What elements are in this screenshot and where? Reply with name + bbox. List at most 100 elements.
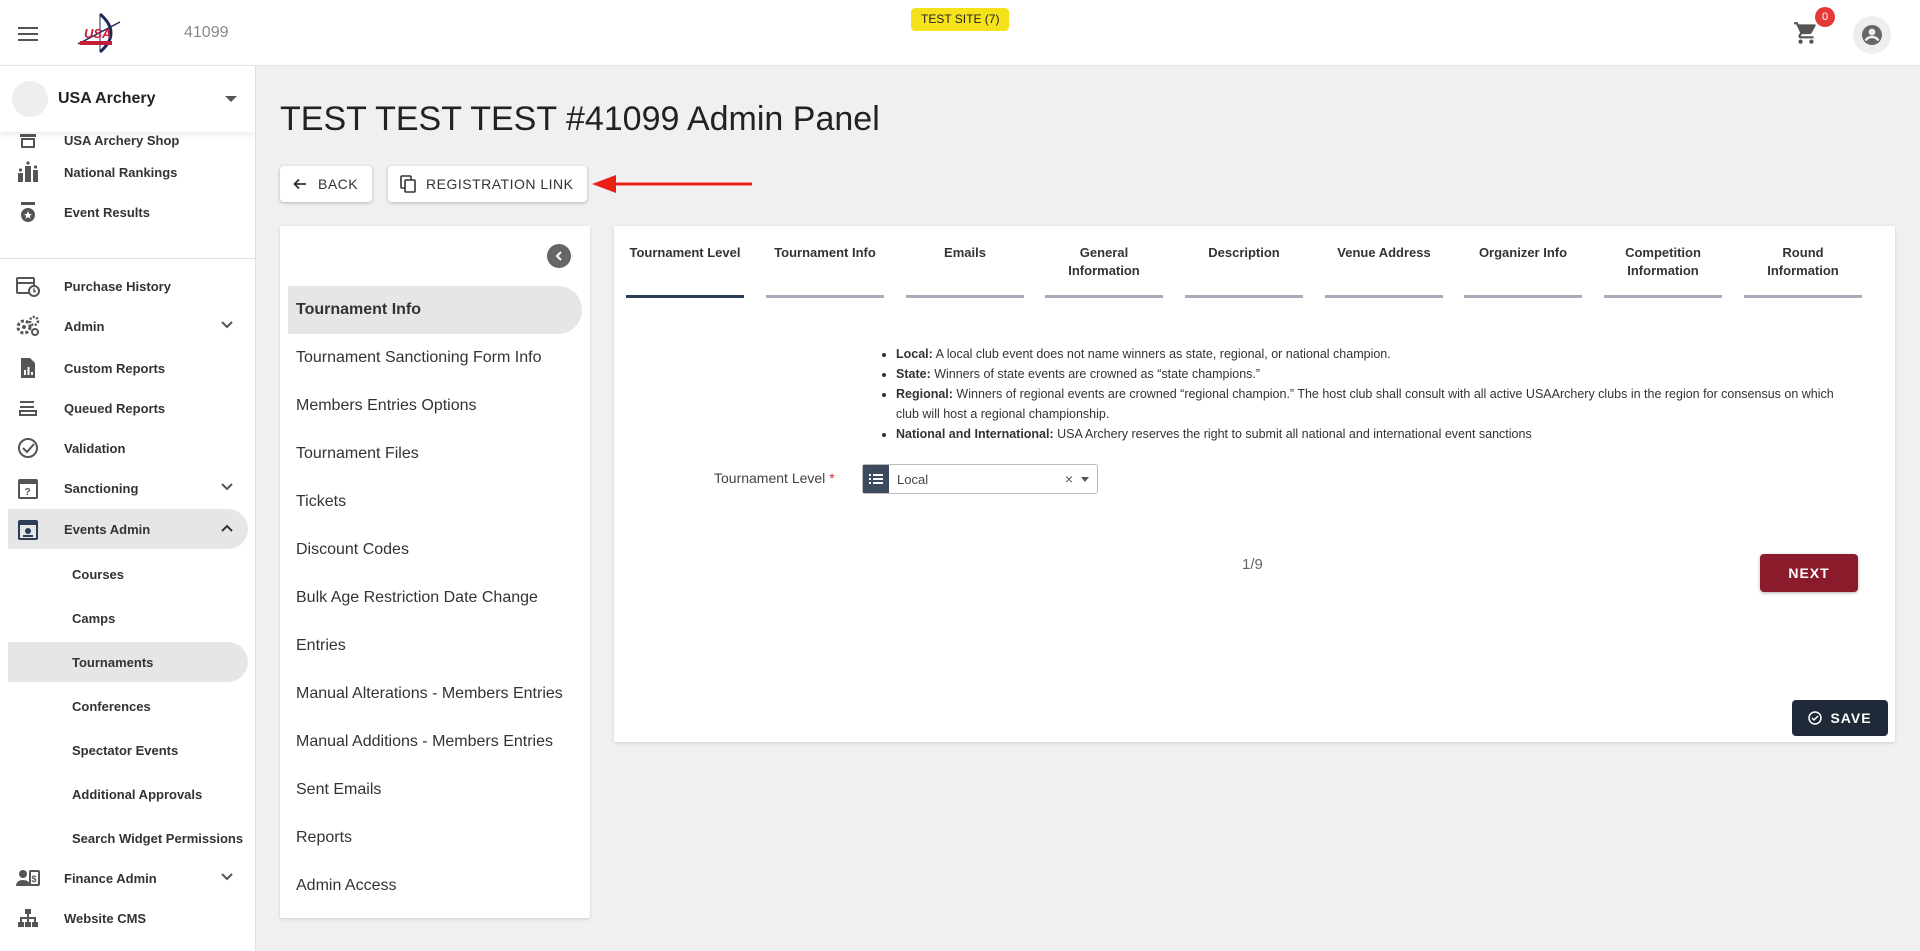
tab-indicator [766, 295, 884, 298]
tab-emails[interactable]: Emails [906, 244, 1024, 298]
sidebar-item-validation[interactable]: Validation [8, 428, 248, 468]
menu-members-entries-options[interactable]: Members Entries Options [288, 382, 582, 430]
page-title: TEST TEST TEST #41099 Admin Panel [280, 100, 880, 138]
cart-count-badge: 0 [1815, 7, 1835, 27]
list-item: National and International: USA Archery … [896, 424, 1836, 444]
tab-label: Emails [944, 245, 986, 260]
tab-organizer-info[interactable]: Organizer Info [1464, 244, 1582, 298]
menu-manual-additions[interactable]: Manual Additions - Members Entries [288, 718, 582, 766]
finance-icon: $ [16, 866, 40, 890]
menu-sanctioning-form-info[interactable]: Tournament Sanctioning Form Info [288, 334, 582, 382]
tab-competition-information[interactable]: Competition Information [1604, 244, 1722, 298]
save-label: SAVE [1830, 710, 1872, 726]
sidebar-sub-spectator-events[interactable]: Spectator Events [8, 730, 248, 770]
menu-discount-codes[interactable]: Discount Codes [288, 526, 582, 574]
sidebar-item-purchase-history[interactable]: Purchase History [8, 266, 248, 306]
sidebar-sub-search-widget-permissions[interactable]: Search Widget Permissions [8, 818, 248, 858]
tab-indicator [626, 295, 744, 298]
term: State: [896, 367, 931, 381]
account-icon[interactable] [1853, 16, 1891, 54]
tab-indicator [1604, 295, 1722, 298]
tab-label: Round [1782, 245, 1824, 260]
tab-tournament-info[interactable]: Tournament Info [766, 244, 884, 298]
tab-label: Competition [1625, 245, 1701, 260]
red-arrow-annotation [592, 172, 754, 201]
sidebar-item-label: Queued Reports [64, 400, 166, 416]
sidebar-sub-label: Camps [72, 610, 116, 626]
tab-label: Tournament Info [774, 245, 876, 260]
tab-venue-address[interactable]: Venue Address [1325, 244, 1443, 298]
tab-general-information[interactable]: General Information [1045, 244, 1163, 298]
select-value: Local [897, 471, 929, 487]
term: Local: [896, 347, 933, 361]
top-bar: USA 41099 TEST SITE (7) 0 [0, 0, 1920, 66]
hamburger-menu-icon[interactable] [14, 20, 42, 48]
menu-tournament-info[interactable]: Tournament Info [288, 286, 582, 334]
tab-description[interactable]: Description [1185, 244, 1303, 298]
org-switcher[interactable]: USA Archery [0, 66, 255, 132]
sidebar-sub-tournaments[interactable]: Tournaments [8, 642, 248, 682]
sidebar-sub-additional-approvals[interactable]: Additional Approvals [8, 774, 248, 814]
svg-text:$: $ [32, 874, 37, 884]
sidebar-sub-conferences[interactable]: Conferences [8, 686, 248, 726]
back-label: BACK [318, 176, 359, 192]
tab-label-line2: Information [1627, 263, 1699, 278]
org-avatar [12, 81, 48, 117]
required-mark: * [829, 470, 835, 486]
medal-icon [16, 200, 40, 224]
sidebar-item-label: Events Admin [64, 521, 151, 537]
menu-bulk-age-restriction[interactable]: Bulk Age Restriction Date Change [288, 574, 582, 622]
sidebar-item-label: Custom Reports [64, 360, 166, 376]
field-label-text: Tournament Level [714, 470, 826, 486]
sidebar-sub-label: Courses [72, 566, 125, 582]
dropdown-arrow-icon[interactable] [1081, 476, 1089, 482]
back-button[interactable]: BACK [280, 166, 373, 202]
sidebar-sub-camps[interactable]: Camps [8, 598, 248, 638]
sidebar: USA Archery USA Archery Shop National Ra… [0, 66, 256, 951]
tournament-level-label: Tournament Level * [714, 470, 835, 486]
registration-link-button[interactable]: REGISTRATION LINK [388, 166, 588, 202]
definition: Winners of regional events are crowned “… [896, 387, 1834, 421]
wizard-panel: Tournament Level Tournament Info Emails … [614, 226, 1895, 742]
sidebar-item-queued-reports[interactable]: Queued Reports [8, 388, 248, 428]
menu-sent-emails[interactable]: Sent Emails [288, 766, 582, 814]
tab-indicator [1464, 295, 1582, 298]
sidebar-sub-courses[interactable]: Courses [8, 554, 248, 594]
sidebar-item-national-rankings[interactable]: National Rankings [8, 152, 248, 192]
sidebar-sub-label: Tournaments [72, 654, 154, 670]
calendar-question-icon: ? [16, 476, 40, 500]
sidebar-item-admin[interactable]: Admin [8, 306, 248, 346]
registration-link-label: REGISTRATION LINK [426, 176, 574, 192]
sidebar-sub-label: Spectator Events [72, 742, 179, 758]
definition: USA Archery reserves the right to submit… [1053, 427, 1532, 441]
tab-round-information[interactable]: Round Information [1744, 244, 1862, 298]
chevron-down-icon [220, 870, 234, 889]
sidebar-item-sanctioning[interactable]: ? Sanctioning [8, 468, 248, 508]
sidebar-item-label: USA Archery Shop [64, 132, 180, 148]
save-button[interactable]: SAVE [1792, 700, 1888, 736]
menu-reports[interactable]: Reports [288, 814, 582, 862]
list-icon [863, 465, 889, 493]
sidebar-item-finance-admin[interactable]: $ Finance Admin [8, 858, 248, 898]
sidebar-divider [0, 258, 255, 259]
menu-tournament-files[interactable]: Tournament Files [288, 430, 582, 478]
sidebar-item-events-admin[interactable]: Events Admin [8, 509, 248, 549]
sidebar-item-event-results[interactable]: Event Results [8, 192, 248, 232]
tab-label: Tournament Level [629, 245, 741, 260]
next-button[interactable]: NEXT [1760, 554, 1858, 592]
sidebar-item-website-cms[interactable]: Website CMS [8, 898, 248, 938]
tab-tournament-level[interactable]: Tournament Level [626, 244, 744, 298]
check-circle-icon [1808, 711, 1823, 725]
menu-tickets[interactable]: Tickets [288, 478, 582, 526]
clear-icon[interactable]: × [1065, 471, 1073, 487]
collapse-chevron-left-icon[interactable] [547, 244, 571, 268]
usa-archery-logo[interactable]: USA [70, 10, 130, 56]
sidebar-item-custom-reports[interactable]: Custom Reports [8, 348, 248, 388]
tab-label: Venue Address [1337, 245, 1431, 260]
menu-entries[interactable]: Entries [288, 622, 582, 670]
sidebar-sub-label: Search Widget Permissions [72, 830, 244, 846]
chevron-down-icon [220, 480, 234, 499]
menu-manual-alterations[interactable]: Manual Alterations - Members Entries [288, 670, 582, 718]
menu-admin-access[interactable]: Admin Access [288, 862, 582, 910]
tournament-level-select[interactable]: Local × [862, 464, 1098, 494]
